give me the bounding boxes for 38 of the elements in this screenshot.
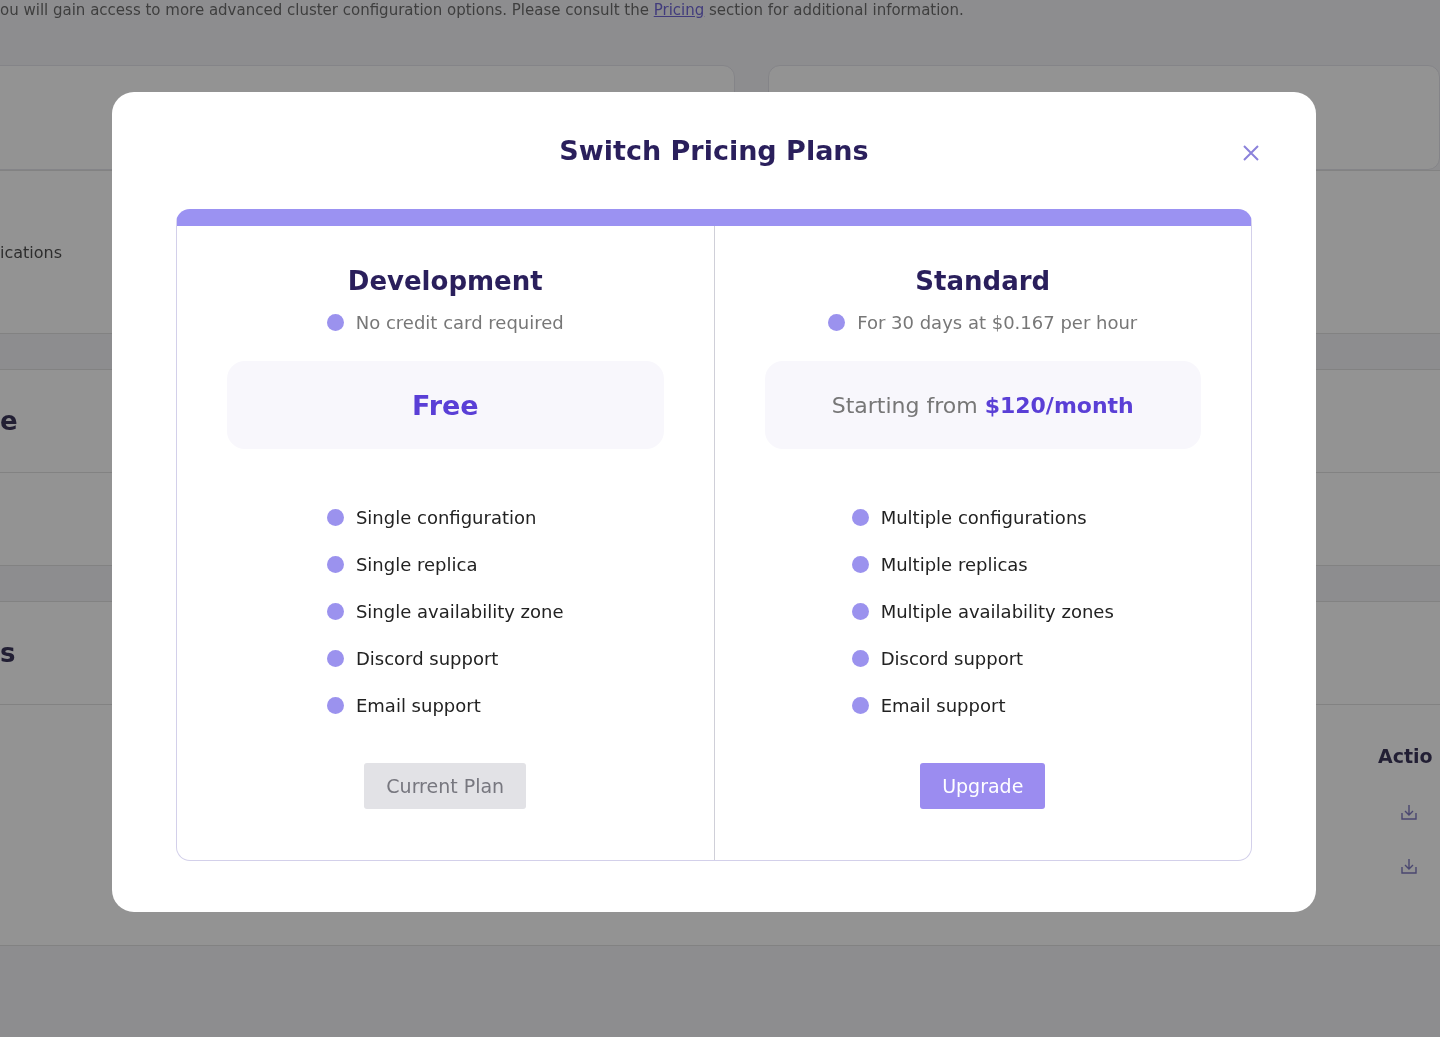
- feature-text: Multiple availability zones: [880, 600, 1114, 624]
- feature-text: Discord support: [355, 647, 499, 671]
- bullet-icon: [326, 603, 344, 620]
- pricing-link[interactable]: Pricing: [653, 1, 705, 19]
- plan-note: No credit card required: [355, 312, 564, 333]
- bullet-icon: [851, 650, 869, 667]
- bullet-icon: [326, 509, 344, 526]
- plan-price: Free: [411, 389, 479, 421]
- download-icon[interactable]: [1400, 803, 1418, 821]
- plan-name: Development: [347, 266, 543, 296]
- dialog-title: Switch Pricing Plans: [559, 135, 869, 166]
- plan-name: Standard: [915, 266, 1051, 296]
- bullet-icon: [326, 556, 344, 573]
- feature-text: Single replica: [355, 553, 478, 577]
- bullet-icon: [326, 697, 344, 714]
- bullet-icon: [326, 650, 344, 667]
- bullet-icon: [851, 603, 869, 620]
- feature-text: Single configuration: [355, 506, 537, 530]
- download-icon[interactable]: [1400, 857, 1418, 875]
- feature-text: Multiple configurations: [880, 506, 1087, 530]
- feature-text: Single availability zone: [355, 600, 564, 624]
- section-text: ications: [0, 242, 63, 262]
- bullet-icon: [851, 509, 869, 526]
- notice-text: ou will gain access to more advanced cluster configuration options. Please consult the Pricing section for additional information.: [0, 0, 965, 20]
- section-heading: s: [0, 638, 16, 668]
- bullet-icon: [851, 556, 869, 573]
- bullet-icon: [828, 314, 846, 331]
- plan-price: Starting from $120/month: [831, 392, 1134, 418]
- section-heading: e: [0, 406, 18, 436]
- feature-text: Email support: [355, 694, 481, 718]
- upgrade-button[interactable]: Upgrade: [920, 763, 1046, 809]
- bullet-icon: [326, 314, 344, 331]
- column-header: Actio: [1378, 745, 1433, 767]
- bullet-icon: [851, 697, 869, 714]
- feature-text: Email support: [880, 694, 1006, 718]
- feature-text: Discord support: [880, 647, 1024, 671]
- feature-text: Multiple replicas: [880, 553, 1028, 577]
- plan-note: For 30 days at $0.167 per hour: [857, 312, 1138, 333]
